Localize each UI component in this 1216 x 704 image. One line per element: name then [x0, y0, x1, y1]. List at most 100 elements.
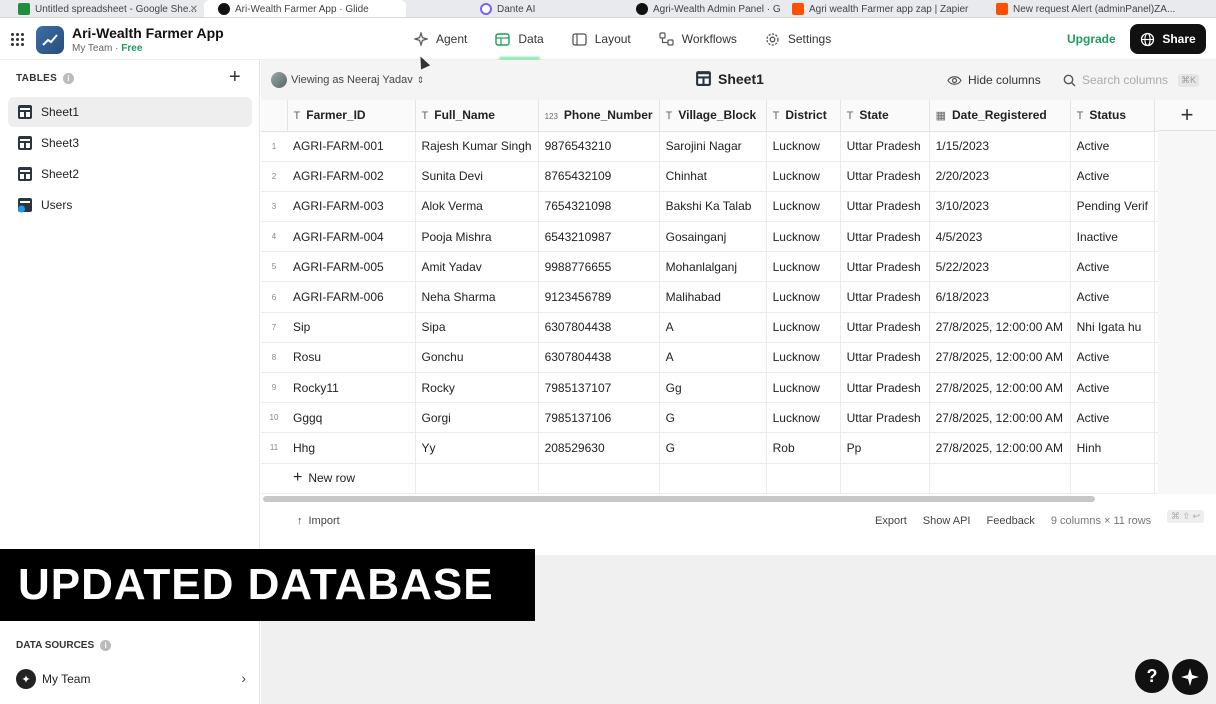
table-row[interactable]: 4 AGRI-FARM-004 Pooja Mishra 6543210987 Gosa… [261, 221, 1187, 253]
browser-tab[interactable]: Untitled spreadsheet - Google She... ✕ [0, 0, 204, 17]
sidebar-item-sheet2[interactable]: Sheet2 [8, 159, 252, 189]
table-cell[interactable]: Active [1070, 281, 1156, 313]
table-row[interactable]: 7 Sip Sipa 6307804438 A Lucknow Uttar Pradesh 2… [261, 312, 1187, 343]
table-cell[interactable]: A [659, 342, 767, 374]
table-cell[interactable]: Rocky [415, 372, 539, 404]
table-cell[interactable]: Active [1070, 161, 1156, 192]
table-cell[interactable]: Yy [415, 432, 539, 464]
sidebar-item-users[interactable]: Users [8, 190, 252, 220]
browser-tab[interactable]: Dante AI [406, 0, 558, 17]
table-cell[interactable]: Nhi Igata hu [1070, 312, 1156, 343]
nav-tab-workflows[interactable]: Workflows [645, 18, 751, 60]
table-cell[interactable]: 9876543210 [538, 131, 660, 162]
app-switcher-grid-icon[interactable] [11, 33, 24, 46]
table-cell[interactable]: 7654321098 [538, 191, 660, 223]
table-cell[interactable]: Pp [840, 432, 930, 464]
hide-columns-button[interactable]: Hide columns [947, 73, 1041, 87]
nav-tab-layout[interactable]: Layout [558, 18, 645, 60]
viewing-as-selector[interactable]: Viewing as Neeraj Yadav ⇕ [271, 72, 424, 88]
browser-tab[interactable]: New request Alert (adminPanel)ZA... [984, 0, 1216, 17]
table-cell[interactable]: Active [1070, 402, 1156, 434]
table-cell[interactable]: Inactive [1070, 221, 1156, 253]
table-cell[interactable]: AGRI-FARM-001 [287, 131, 416, 162]
show-api-link[interactable]: Show API [923, 515, 971, 527]
sidebar-item-sheet1[interactable]: Sheet1 [8, 97, 252, 127]
table-cell[interactable]: Neha Sharma [415, 281, 539, 313]
nav-tab-agent[interactable]: Agent [400, 18, 481, 60]
table-cell[interactable]: Uttar Pradesh [840, 342, 930, 374]
table-cell[interactable]: Gosainganj [659, 221, 767, 253]
table-cell[interactable]: Rosu [287, 342, 416, 374]
table-cell[interactable]: 6/18/2023 [929, 281, 1071, 313]
table-cell[interactable]: Gggq [287, 402, 416, 434]
table-cell[interactable]: 8765432109 [538, 161, 660, 192]
column-header[interactable]: T Status [1070, 100, 1156, 132]
column-header[interactable]: T Village_Block [659, 100, 767, 132]
table-row[interactable]: 9 Rocky11 Rocky 7985137107 Gg Lucknow Uttar Pr… [261, 372, 1187, 404]
table-cell[interactable]: Uttar Pradesh [840, 131, 930, 162]
table-cell[interactable]: AGRI-FARM-005 [287, 251, 416, 283]
table-row[interactable]: 11 Hhg Yy 208529630 G Rob Pp 27/8/2025, 12:00:0… [261, 432, 1187, 464]
column-header[interactable]: T Farmer_ID [287, 100, 416, 132]
table-cell[interactable]: 27/8/2025, 12:00:00 AM [929, 432, 1071, 464]
column-header[interactable]: 123 Phone_Number [538, 100, 660, 132]
column-header[interactable]: T Full_Name [415, 100, 539, 132]
table-cell[interactable]: Uttar Pradesh [840, 372, 930, 404]
table-cell[interactable]: Malihabad [659, 281, 767, 313]
feedback-link[interactable]: Feedback [987, 515, 1035, 527]
table-cell[interactable]: Sarojini Nagar [659, 131, 767, 162]
table-cell[interactable]: Lucknow [766, 372, 841, 404]
upgrade-link[interactable]: Upgrade [1067, 32, 1116, 46]
table-row[interactable]: 5 AGRI-FARM-005 Amit Yadav 9988776655 Mohanl… [261, 251, 1187, 283]
add-table-plus-icon[interactable]: + [229, 66, 241, 89]
table-row[interactable]: 10 Gggq Gorgi 7985137106 G Lucknow Uttar Prade… [261, 402, 1187, 434]
ai-assistant-button[interactable] [1172, 659, 1208, 695]
table-cell[interactable]: G [659, 402, 767, 434]
table-cell[interactable]: 9988776655 [538, 251, 660, 283]
table-cell[interactable]: Uttar Pradesh [840, 161, 930, 192]
table-cell[interactable]: Uttar Pradesh [840, 221, 930, 253]
import-button[interactable]: ↑ Import [297, 515, 340, 527]
table-cell[interactable]: Uttar Pradesh [840, 312, 930, 343]
column-header[interactable]: ▦ Date_Registered [929, 100, 1071, 132]
table-cell[interactable]: Gorgi [415, 402, 539, 434]
table-cell[interactable]: Sip [287, 312, 416, 343]
data-source-item[interactable]: ✦ My Team › [16, 668, 246, 690]
table-cell[interactable]: Lucknow [766, 402, 841, 434]
horizontal-scrollbar[interactable] [263, 496, 1095, 502]
share-button[interactable]: Share [1130, 24, 1206, 54]
table-cell[interactable]: 27/8/2025, 12:00:00 AM [929, 402, 1071, 434]
table-cell[interactable]: 2/20/2023 [929, 161, 1071, 192]
table-cell[interactable]: Chinhat [659, 161, 767, 192]
table-cell[interactable]: Rocky11 [287, 372, 416, 404]
table-row[interactable]: 8 Rosu Gonchu 6307804438 A Lucknow Uttar Prade… [261, 342, 1187, 374]
table-row[interactable]: 6 AGRI-FARM-006 Neha Sharma 9123456789 Malih… [261, 281, 1187, 313]
export-link[interactable]: Export [875, 515, 907, 527]
table-cell[interactable]: 6307804438 [538, 312, 660, 343]
table-cell[interactable]: Uttar Pradesh [840, 402, 930, 434]
table-cell[interactable]: Bakshi Ka Talab [659, 191, 767, 223]
table-cell[interactable]: AGRI-FARM-004 [287, 221, 416, 253]
table-cell[interactable]: Lucknow [766, 342, 841, 374]
table-row[interactable]: 1 AGRI-FARM-001 Rajesh Kumar Singh 98765432… [261, 131, 1187, 162]
new-row[interactable]: + New row [261, 463, 1187, 494]
table-cell[interactable]: 27/8/2025, 12:00:00 AM [929, 342, 1071, 374]
table-cell[interactable]: G [659, 432, 767, 464]
table-cell[interactable]: AGRI-FARM-002 [287, 161, 416, 192]
table-cell[interactable]: 5/22/2023 [929, 251, 1071, 283]
help-button[interactable]: ? [1135, 659, 1169, 693]
table-cell[interactable]: Pooja Mishra [415, 221, 539, 253]
column-header[interactable]: T State [840, 100, 930, 132]
close-tab-icon[interactable]: ✕ [190, 4, 198, 15]
table-cell[interactable]: 9123456789 [538, 281, 660, 313]
table-cell[interactable]: Hhg [287, 432, 416, 464]
table-cell[interactable]: Uttar Pradesh [840, 281, 930, 313]
table-cell[interactable]: Lucknow [766, 281, 841, 313]
table-cell[interactable]: Alok Verma [415, 191, 539, 223]
table-cell[interactable]: 6543210987 [538, 221, 660, 253]
browser-tab[interactable]: Agri-Wealth Admin Panel · Glide [558, 0, 780, 17]
table-cell[interactable]: Gonchu [415, 342, 539, 374]
nav-tab-data[interactable]: Data [481, 18, 557, 60]
sidebar-item-sheet3[interactable]: Sheet3 [8, 128, 252, 158]
table-cell[interactable]: Pending Verif [1070, 191, 1156, 223]
